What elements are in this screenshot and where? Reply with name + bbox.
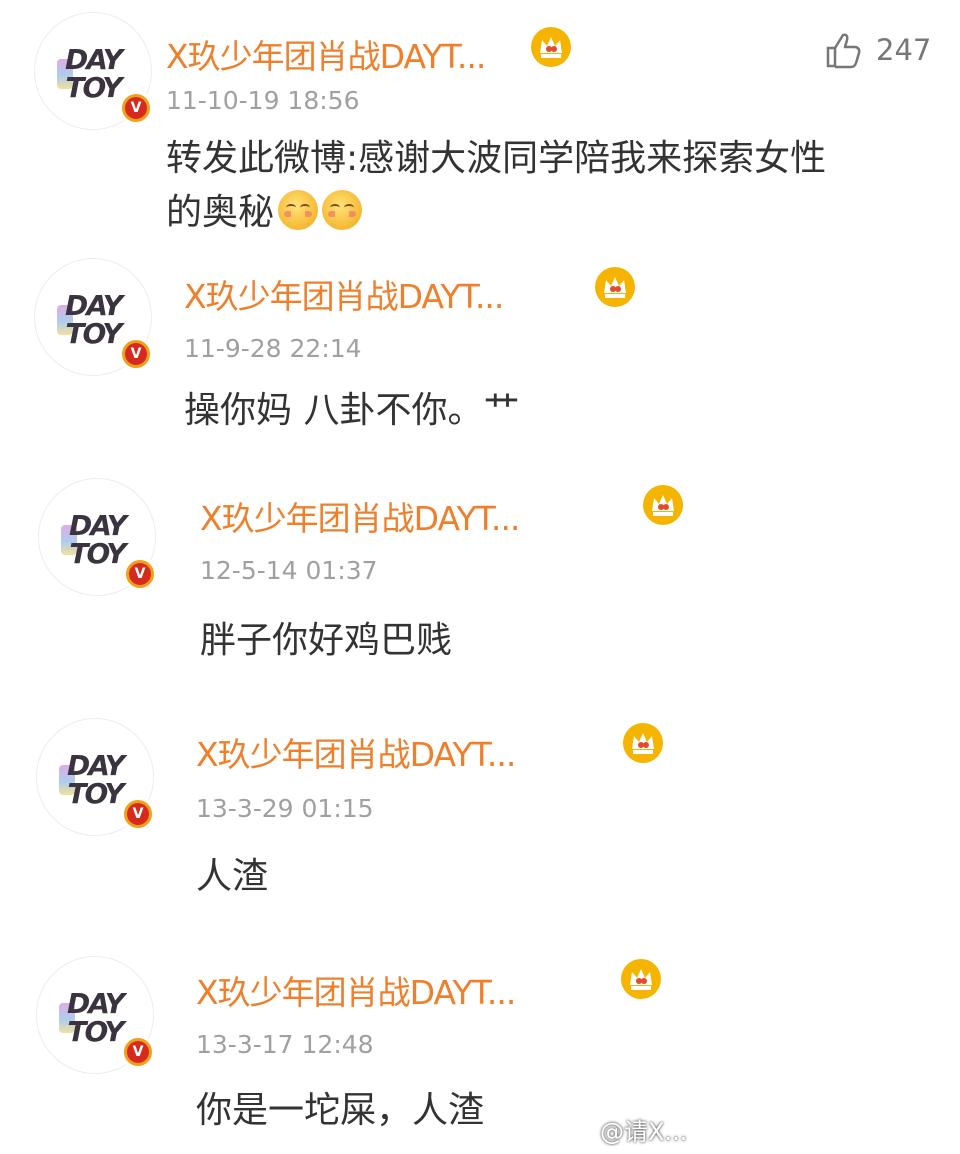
crown-icon — [643, 485, 683, 525]
username-link[interactable]: X玖少年团肖战DAYT... — [184, 270, 504, 318]
avatar[interactable]: DAY TOY V — [34, 258, 153, 376]
comment-text-line-2: 的奥秘 — [166, 186, 826, 240]
timestamp: 11-9-28 22:14 — [184, 334, 362, 363]
like-button[interactable]: 247 — [824, 30, 931, 70]
timestamp: 13-3-29 01:15 — [196, 794, 374, 823]
avatar[interactable]: DAY TOY V — [36, 718, 155, 836]
username-link[interactable]: X玖少年团肖战DAYT... — [196, 728, 516, 776]
weibo-watermark: @请X... — [600, 1118, 688, 1146]
comment-text-line: 转发此微博:感谢大波同学陪我来探索女性 — [166, 138, 827, 179]
crown-icon — [531, 27, 571, 67]
crown-icon — [623, 723, 663, 763]
shy-emoji-icon — [322, 190, 363, 230]
comment-text: 你是一坨屎，人渣 — [196, 1090, 485, 1131]
username-link[interactable]: X玖少年团肖战DAYT... — [166, 30, 486, 78]
crown-icon — [595, 267, 635, 307]
verified-badge-icon: V — [121, 797, 155, 831]
username-link[interactable]: X玖少年团肖战DAYT... — [196, 966, 516, 1014]
verified-badge-icon: V — [119, 91, 153, 125]
verified-badge-icon: V — [123, 557, 157, 591]
shy-emoji-icon — [278, 190, 319, 230]
avatar[interactable]: DAY TOY V — [34, 12, 153, 130]
like-count: 247 — [876, 33, 932, 67]
timestamp: 12-5-14 01:37 — [200, 556, 378, 585]
avatar[interactable]: DAY TOY V — [36, 956, 155, 1074]
thumbs-up-icon — [826, 33, 861, 69]
comment-text: 操你妈 八卦不你。艹 — [184, 390, 520, 431]
avatar[interactable]: DAY TOY V — [38, 478, 157, 596]
comment-text: 转发此微博:感谢大波同学陪我来探索女性 的奥秘 — [166, 132, 826, 240]
verified-badge-icon: V — [119, 337, 153, 371]
verified-badge-icon: V — [121, 1035, 155, 1069]
comment-text: 人渣 — [196, 856, 269, 897]
timestamp: 13-3-17 12:48 — [196, 1030, 374, 1059]
comment-text: 胖子你好鸡巴贱 — [200, 620, 453, 661]
crown-icon — [621, 959, 661, 999]
username-link[interactable]: X玖少年团肖战DAYT... — [200, 492, 520, 540]
timestamp: 11-10-19 18:56 — [166, 86, 360, 115]
